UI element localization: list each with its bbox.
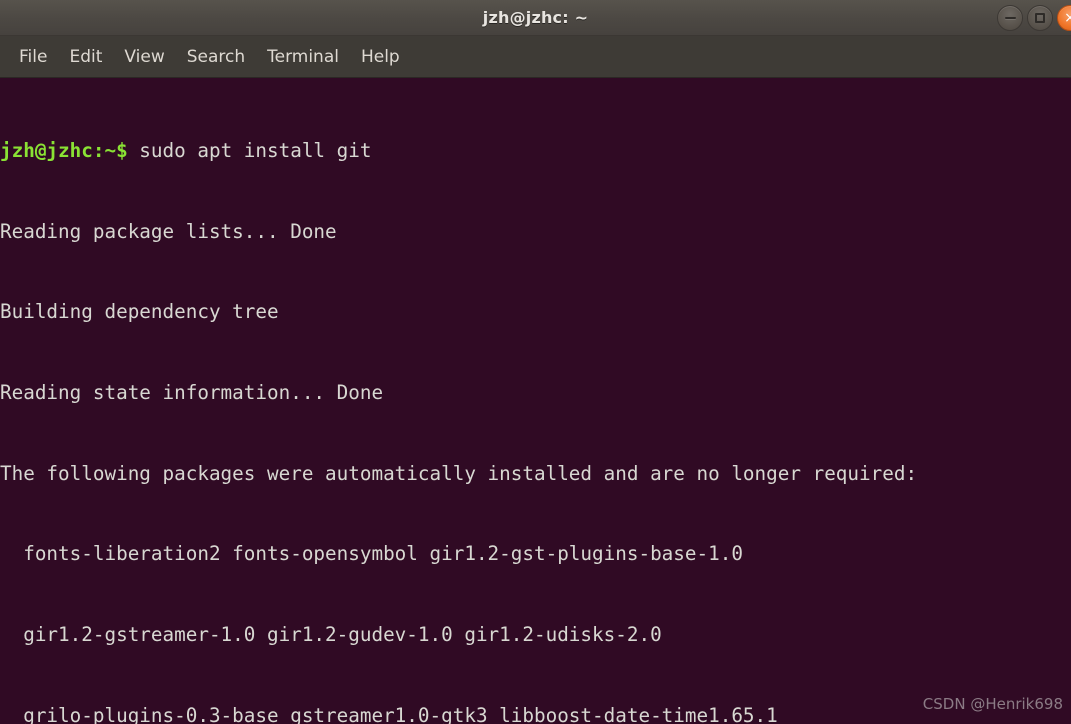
menu-item-terminal[interactable]: Terminal <box>256 43 350 71</box>
maximize-button[interactable] <box>1027 5 1053 31</box>
close-icon: × <box>1064 10 1071 26</box>
terminal-line: Building dependency tree <box>0 300 279 324</box>
menu-item-edit[interactable]: Edit <box>58 43 113 71</box>
minimize-icon <box>1004 17 1016 19</box>
minimize-button[interactable] <box>997 5 1023 31</box>
terminal-lines: jzh@jzhc:~$ sudo apt install git Reading… <box>0 79 1071 724</box>
window-title: jzh@jzhc: ~ <box>482 8 589 27</box>
shell-command: sudo apt install git <box>127 138 372 162</box>
watermark: CSDN @Henrik698 <box>922 695 1063 713</box>
menu-item-help[interactable]: Help <box>350 43 411 71</box>
close-button[interactable]: × <box>1057 5 1071 31</box>
menu-item-search[interactable]: Search <box>176 43 256 71</box>
terminal-window: jzh@jzhc: ~ × File Edit View Search Term… <box>0 0 1071 724</box>
menu-item-file[interactable]: File <box>8 43 58 71</box>
maximize-icon <box>1035 13 1045 23</box>
terminal-line: fonts-liberation2 fonts-opensymbol gir1.… <box>0 542 743 566</box>
terminal-line: gir1.2-gstreamer-1.0 gir1.2-gudev-1.0 gi… <box>0 623 662 647</box>
terminal-line: Reading state information... Done <box>0 380 384 404</box>
terminal-command-line: jzh@jzhc:~$ sudo apt install git <box>0 138 1071 165</box>
shell-prompt: jzh@jzhc:~$ <box>0 138 128 162</box>
terminal-line: grilo-plugins-0.3-base gstreamer1.0-gtk3… <box>0 703 778 724</box>
menu-bar: File Edit View Search Terminal Help <box>0 36 1071 78</box>
title-bar[interactable]: jzh@jzhc: ~ × <box>0 0 1071 36</box>
menu-item-view[interactable]: View <box>113 43 175 71</box>
window-controls: × <box>997 0 1071 36</box>
terminal-output-area[interactable]: jzh@jzhc:~$ sudo apt install git Reading… <box>0 79 1071 724</box>
terminal-line: Reading package lists... Done <box>0 219 337 243</box>
terminal-line: The following packages were automaticall… <box>0 461 918 485</box>
